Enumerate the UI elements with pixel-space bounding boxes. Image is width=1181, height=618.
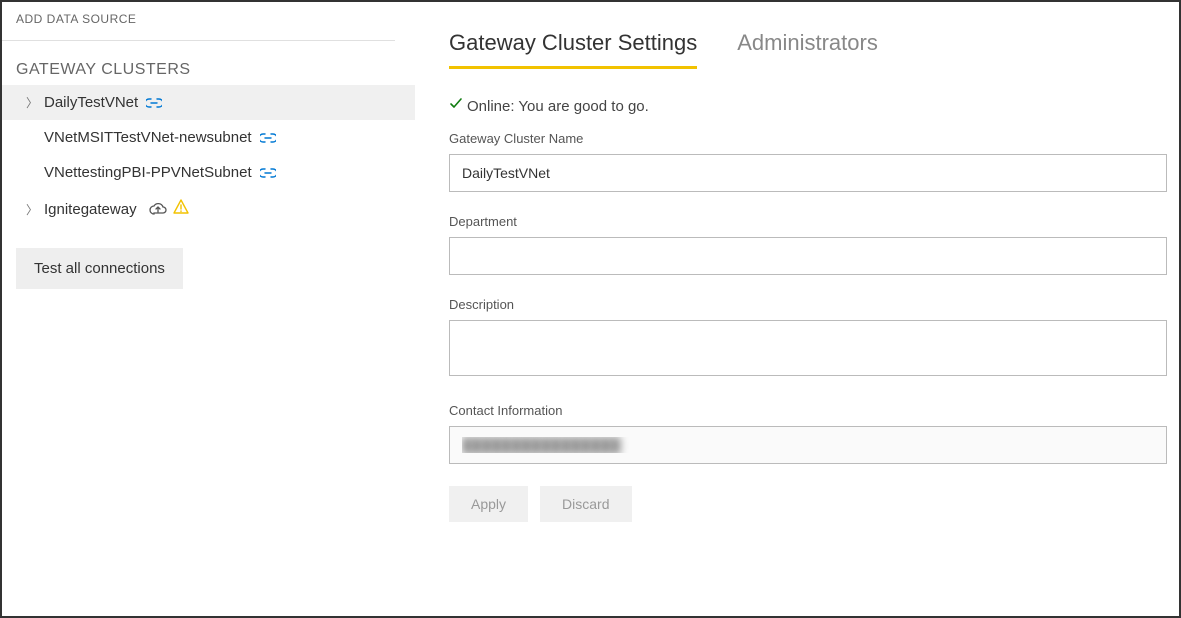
link-icon [146, 98, 162, 108]
tabs: Gateway Cluster Settings Administrators [449, 30, 1167, 69]
test-all-connections-button[interactable]: Test all connections [16, 248, 183, 289]
discard-button[interactable]: Discard [540, 486, 631, 522]
cloud-icon [149, 202, 167, 216]
field-group-name: Gateway Cluster Name [449, 131, 1167, 192]
action-row: Apply Discard [449, 486, 1167, 522]
warning-icon [173, 199, 189, 219]
apply-button[interactable]: Apply [449, 486, 528, 522]
cluster-item-ignitegateway[interactable]: 〉 Ignitegateway [2, 190, 415, 228]
chevron-right-icon[interactable]: 〉 [24, 94, 40, 111]
status-text: Online: You are good to go. [467, 98, 649, 115]
field-group-contact: Contact Information [449, 403, 1167, 464]
tab-gateway-cluster-settings[interactable]: Gateway Cluster Settings [449, 30, 697, 69]
department-field[interactable] [449, 237, 1167, 275]
cluster-label: Ignitegateway [44, 201, 137, 218]
cluster-item-vnetmsit[interactable]: 〉 VNetMSITTestVNet-newsubnet [2, 120, 415, 155]
description-field-label: Description [449, 297, 1167, 312]
cluster-item-vnettesting[interactable]: 〉 VNettestingPBI-PPVNetSubnet [2, 155, 415, 190]
sidebar: ADD DATA SOURCE GATEWAY CLUSTERS 〉 Daily… [2, 2, 415, 616]
check-icon [449, 97, 463, 115]
link-icon [260, 168, 276, 178]
add-data-source-link[interactable]: ADD DATA SOURCE [2, 2, 395, 41]
main-content: Gateway Cluster Settings Administrators … [415, 2, 1181, 616]
cluster-label: DailyTestVNet [44, 94, 138, 111]
cluster-label: VNettestingPBI-PPVNetSubnet [44, 164, 252, 181]
field-group-department: Department [449, 214, 1167, 275]
chevron-right-icon[interactable]: 〉 [24, 201, 40, 218]
contact-field[interactable] [449, 426, 1167, 464]
gateway-clusters-heading: GATEWAY CLUSTERS [2, 41, 415, 85]
name-field-label: Gateway Cluster Name [449, 131, 1167, 146]
field-group-description: Description [449, 297, 1167, 381]
name-field[interactable] [449, 154, 1167, 192]
department-field-label: Department [449, 214, 1167, 229]
link-icon [260, 133, 276, 143]
description-field[interactable] [449, 320, 1167, 376]
contact-field-label: Contact Information [449, 403, 1167, 418]
cluster-label: VNetMSITTestVNet-newsubnet [44, 129, 252, 146]
cluster-item-dailytestvnet[interactable]: 〉 DailyTestVNet [2, 85, 415, 120]
tab-administrators[interactable]: Administrators [737, 30, 878, 69]
cluster-list: 〉 DailyTestVNet 〉 VNetMSITTestVNet-newsu… [2, 85, 415, 228]
status-row: Online: You are good to go. [449, 97, 1167, 115]
